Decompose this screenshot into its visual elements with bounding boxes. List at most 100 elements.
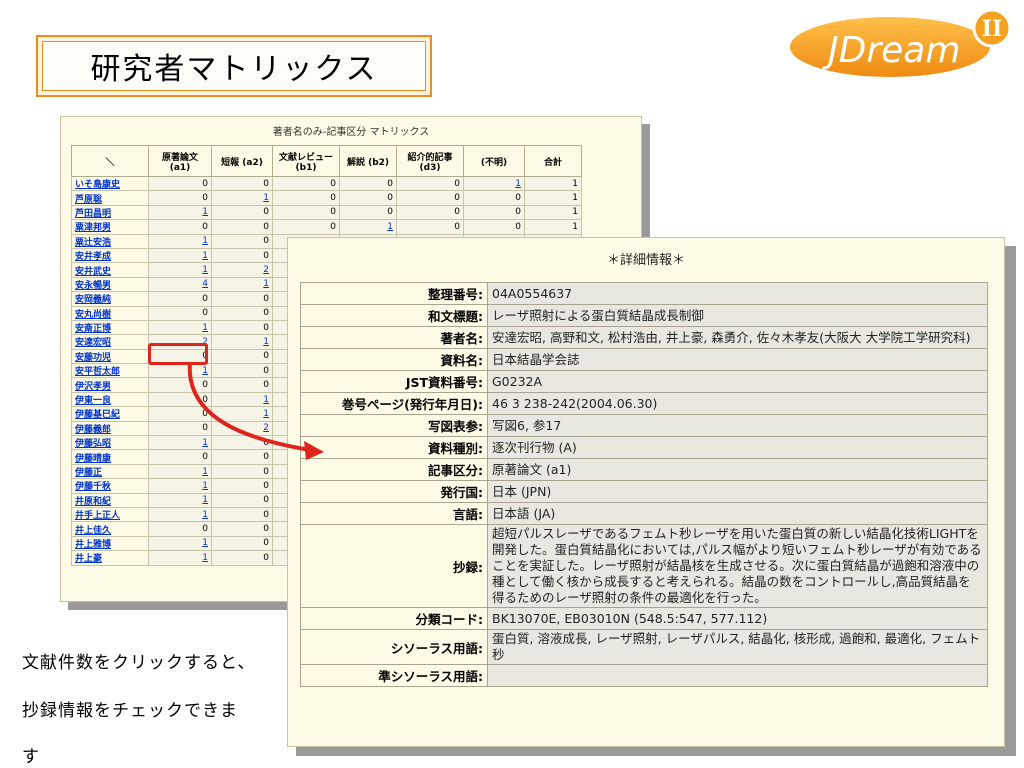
caption-line-2: 抄録情報をチェックできま: [22, 701, 238, 721]
author-name-link[interactable]: 伊藤弘昭: [71, 435, 149, 451]
count-cell: 0: [515, 221, 521, 232]
detail-row: 準シソーラス用語:: [300, 664, 988, 687]
count-link[interactable]: 1: [202, 553, 208, 563]
count-cell: 0: [263, 365, 269, 376]
count-cell: 0: [263, 380, 269, 391]
matrix-cell: 1: [148, 492, 212, 508]
detail-value: 日本結晶学会誌: [487, 348, 988, 371]
author-name-link[interactable]: 井原和紀: [71, 492, 149, 508]
count-cell: 0: [263, 509, 269, 520]
count-link[interactable]: 1: [202, 538, 208, 548]
count-link[interactable]: 1: [263, 193, 269, 203]
author-name-link[interactable]: いそ島康史: [71, 175, 149, 192]
count-link[interactable]: 1: [202, 251, 208, 261]
page-title: 研究者マトリックス: [42, 41, 426, 91]
author-name-link[interactable]: 伊藤千秋: [71, 478, 149, 494]
matrix-cell: 1: [148, 535, 212, 552]
count-cell: 0: [263, 452, 269, 463]
author-name-link[interactable]: 安井武史: [71, 262, 149, 278]
count-link[interactable]: 1: [263, 395, 269, 405]
matrix-cell: 1: [148, 247, 212, 264]
matrix-cell: 1: [211, 190, 273, 206]
caption-line-1: 文献件数をクリックすると、: [22, 653, 256, 673]
count-link[interactable]: 1: [202, 495, 208, 505]
author-name-link[interactable]: 安斎正博: [71, 319, 149, 336]
author-name-link[interactable]: 安平哲太郎: [71, 363, 149, 379]
table-row: 芦原聡 0 1 0 0 0 0 1: [71, 190, 582, 206]
author-name-link[interactable]: 安丸尚樹: [71, 305, 149, 321]
count-link[interactable]: 4: [202, 279, 208, 289]
detail-title: ＊詳細情報＊: [606, 253, 685, 268]
author-name-link[interactable]: 伊沢孝男: [71, 377, 149, 393]
detail-label: シソーラス用語:: [300, 629, 488, 665]
count-link[interactable]: 1: [202, 207, 208, 217]
detail-row: 記事区分: 原著論文 (a1): [300, 458, 988, 481]
count-cell: 1: [572, 193, 578, 204]
author-name-link[interactable]: 井上佳久: [71, 521, 149, 537]
count-link[interactable]: 1: [202, 481, 208, 491]
author-name-link[interactable]: 安岡義純: [71, 291, 149, 307]
table-row: 芦田昌明 1 0 0 0 0 0 1: [71, 204, 582, 221]
author-name-link[interactable]: 伊藤基巳紀: [71, 406, 149, 422]
detail-row: 巻号ページ(発行年月日): 46 3 238-242(2004.06.30): [300, 392, 988, 415]
count-cell: 0: [387, 193, 393, 204]
author-name-link[interactable]: 伊藤正: [71, 463, 149, 480]
author-name-link[interactable]: 安永暢男: [71, 276, 149, 293]
matrix-cell: 1: [148, 233, 212, 249]
count-link[interactable]: 1: [263, 337, 269, 347]
matrix-cell: 0: [272, 190, 340, 206]
author-name-link[interactable]: 井上豪: [71, 550, 149, 566]
matrix-cell: 0: [211, 204, 273, 221]
matrix-col-header: 解説 (b2): [339, 145, 397, 177]
count-cell: 0: [454, 178, 460, 189]
count-link[interactable]: 2: [263, 423, 269, 433]
detail-value: 逐次刊行物 (A): [487, 436, 988, 459]
count-link[interactable]: 1: [202, 323, 208, 333]
count-cell: 0: [202, 293, 208, 304]
matrix-cell: 0: [211, 463, 273, 480]
author-name-link[interactable]: 安達宏昭: [71, 334, 149, 350]
author-name-link[interactable]: 芦田昌明: [71, 204, 149, 221]
detail-value: 日本語 (JA): [487, 502, 988, 525]
count-link[interactable]: 1: [387, 222, 393, 232]
count-cell: 0: [263, 524, 269, 535]
matrix-cell: 0: [211, 319, 273, 336]
author-name-link[interactable]: 伊東一良: [71, 391, 149, 408]
count-link[interactable]: 1: [263, 279, 269, 289]
count-link[interactable]: 1: [263, 409, 269, 419]
author-name-link[interactable]: 伊藤晴康: [71, 449, 149, 465]
detail-label: JST資料番号:: [300, 370, 488, 393]
matrix-cell: 0: [211, 449, 273, 465]
author-name-link[interactable]: 井手上正人: [71, 506, 149, 523]
author-name-link[interactable]: 安井孝成: [71, 247, 149, 264]
author-name-link[interactable]: 粟津邦男: [71, 219, 149, 235]
detail-label: 準シソーラス用語:: [300, 664, 488, 687]
count-link[interactable]: 1: [202, 236, 208, 246]
count-link[interactable]: 1: [515, 179, 521, 189]
author-name-link[interactable]: 粟辻安浩: [71, 233, 149, 249]
count-link[interactable]: 1: [202, 366, 208, 376]
matrix-cell: 0: [211, 492, 273, 508]
matrix-cell: 0: [148, 420, 212, 437]
count-cell: 0: [454, 193, 460, 204]
count-link[interactable]: 1: [202, 438, 208, 448]
author-name-link[interactable]: 安藤功児: [71, 348, 149, 365]
count-link[interactable]: 1: [202, 467, 208, 477]
count-link[interactable]: 1: [202, 265, 208, 275]
author-name-link[interactable]: 伊藤義郎: [71, 420, 149, 437]
detail-label: 整理番号:: [300, 282, 488, 305]
matrix-cell: 1: [524, 219, 582, 235]
matrix-cell: 1: [211, 391, 273, 408]
matrix-col-header: 原著論文 (a1): [148, 145, 212, 177]
detail-panel: ＊詳細情報＊ 整理番号: 04A0554637 和文標題: レーザ照射による蛋白質結晶…: [287, 237, 1005, 747]
matrix-cell: 0: [148, 449, 212, 465]
matrix-cell: 0: [339, 204, 397, 221]
count-link[interactable]: 2: [263, 265, 269, 275]
author-name-link[interactable]: 井上雅博: [71, 535, 149, 552]
count-cell: 1: [572, 178, 578, 189]
author-name-link[interactable]: 芦原聡: [71, 190, 149, 206]
matrix-cell: 0: [211, 291, 273, 307]
count-link[interactable]: 1: [202, 510, 208, 520]
logo-text: JDream: [822, 30, 960, 71]
matrix-cell: 0: [396, 219, 464, 235]
